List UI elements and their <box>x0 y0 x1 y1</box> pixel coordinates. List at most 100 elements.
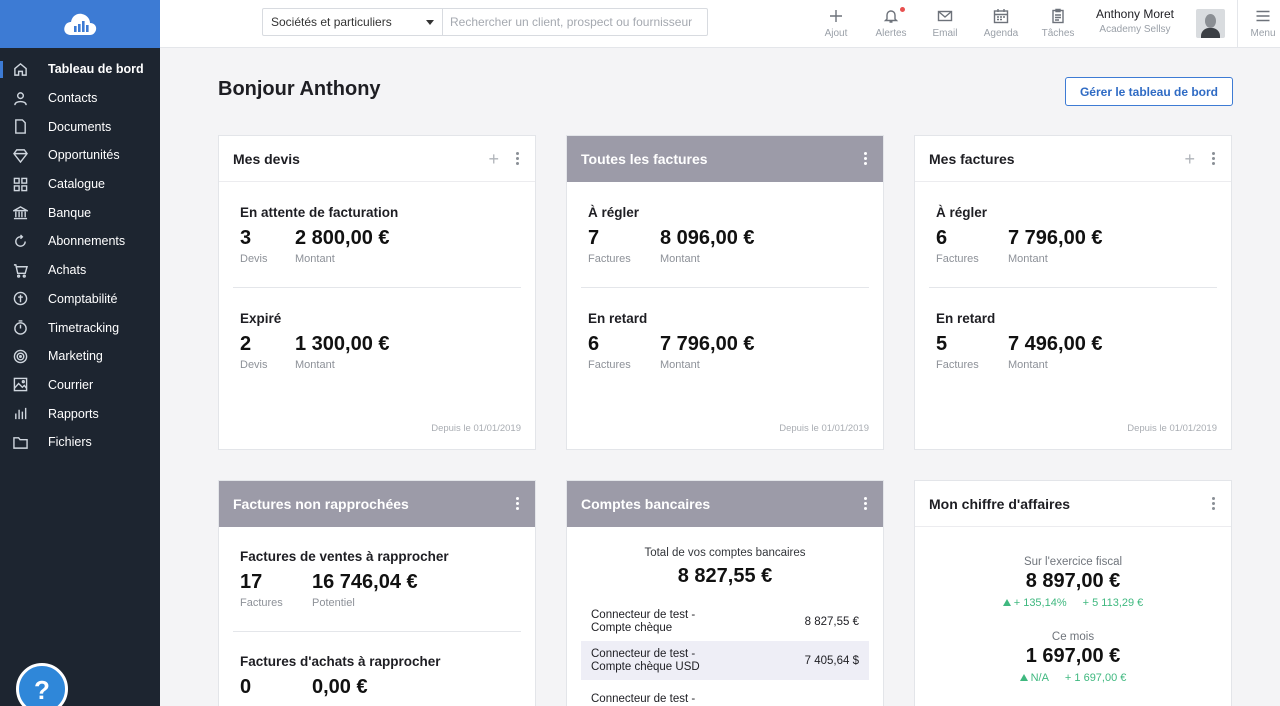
sidebar-item-contacts[interactable]: Contacts <box>0 84 160 113</box>
invoices-late-section: En retard 6 Factures 7 796,00 € Montant <box>567 311 883 371</box>
sidebar-item-documents[interactable]: Documents <box>0 112 160 141</box>
sidebar-item-label: Abonnements <box>48 234 126 249</box>
card-header: Factures non rapprochées <box>219 481 535 527</box>
account-name-line: Connecteur de test - <box>591 647 696 660</box>
more-options-icon[interactable] <box>1209 150 1217 167</box>
my-invoices-card: Mes factures + À régler 6 Factures 7 796,… <box>914 135 1232 450</box>
search-group: Sociétés et particuliers <box>262 8 708 36</box>
divider <box>929 287 1217 288</box>
user-menu[interactable]: Anthony Moret Academy Sellsy <box>1090 7 1180 35</box>
sidebar-item-accounting[interactable]: Comptabilité <box>0 285 160 314</box>
plus-icon <box>828 6 844 26</box>
sales-to-reconcile-section: Factures de ventes à rapprocher 17 Factur… <box>219 549 535 609</box>
sidebar-item-label: Rapports <box>48 406 99 421</box>
sidebar-item-label: Tableau de bord <box>48 62 144 77</box>
more-options-icon[interactable] <box>861 150 869 167</box>
amount-caption: Montant <box>660 253 700 265</box>
app-logo[interactable] <box>0 0 160 48</box>
revenue-change-pct-value: N/A <box>1030 672 1049 684</box>
sidebar-item-label: Timetracking <box>48 320 120 335</box>
help-chat-button[interactable]: ? <box>16 663 68 706</box>
account-name-line: Compte chèque <box>591 621 673 634</box>
sidebar-item-opportunities[interactable]: Opportunités <box>0 141 160 170</box>
list-item[interactable]: Connecteur de test - Compte chèque 8 827,… <box>581 602 869 641</box>
section-title: En attente de facturation <box>240 205 399 220</box>
sidebar-item-purchases[interactable]: Achats <box>0 256 160 285</box>
more-options-icon[interactable] <box>513 150 521 167</box>
more-options-icon[interactable] <box>1209 495 1217 512</box>
user-organization: Academy Sellsy <box>1099 24 1171 35</box>
menu-label: Menu <box>1250 28 1276 39</box>
month-revenue: Ce mois 1 697,00 € N/A + 1 697,00 € <box>915 631 1231 684</box>
menu-button[interactable]: Menu <box>1238 6 1280 39</box>
clipboard-icon <box>1050 6 1066 26</box>
tasks-button[interactable]: Tâches <box>1033 6 1083 39</box>
email-button[interactable]: Email <box>920 6 970 39</box>
arrow-up-icon <box>1002 599 1011 606</box>
section-title: En retard <box>588 311 648 326</box>
more-options-icon[interactable] <box>513 495 521 512</box>
sidebar: Tableau de bord Contacts Documents Oppor… <box>0 0 160 706</box>
bar-chart-icon <box>12 406 28 422</box>
since-date: Depuis le 01/01/2019 <box>431 423 521 434</box>
amount-value: 0,00 € <box>312 676 368 698</box>
since-date: Depuis le 01/01/2019 <box>1127 423 1217 434</box>
stopwatch-icon <box>12 320 28 336</box>
sidebar-item-files[interactable]: Fichiers <box>0 428 160 457</box>
sidebar-item-bank[interactable]: Banque <box>0 198 160 227</box>
sidebar-item-timetracking[interactable]: Timetracking <box>0 313 160 342</box>
account-name-line: Connecteur de test - <box>591 608 696 621</box>
list-item[interactable]: Connecteur de test - Compte chèque USD 7 … <box>581 641 869 680</box>
sidebar-item-mail[interactable]: Courrier <box>0 371 160 400</box>
my-invoices-due-section: À régler 6 Factures 7 796,00 € Montant <box>915 205 1231 265</box>
agenda-button[interactable]: Agenda <box>976 6 1026 39</box>
account-balance: 7 405,64 $ <box>804 654 859 667</box>
count-caption: Factures <box>936 253 979 265</box>
amount-caption: Montant <box>1008 253 1048 265</box>
account-name: Connecteur de test - Compte chèque <box>591 609 695 635</box>
folder-icon <box>12 434 28 450</box>
fiscal-year-revenue: Sur l'exercice fiscal 8 897,00 € + 135,1… <box>915 556 1231 609</box>
account-name: Connecteur de test - <box>591 693 695 706</box>
manage-dashboard-button[interactable]: Gérer le tableau de bord <box>1065 77 1233 106</box>
sidebar-item-label: Comptabilité <box>48 291 118 306</box>
amount-value: 7 796,00 € <box>1008 227 1103 249</box>
account-name-line: Connecteur de test - <box>591 693 696 705</box>
avatar[interactable] <box>1196 9 1225 38</box>
count-caption: Devis <box>240 359 268 371</box>
divider <box>233 631 521 632</box>
amount-value: 7 496,00 € <box>1008 333 1103 355</box>
contact-type-select[interactable]: Sociétés et particuliers <box>263 9 443 35</box>
more-options-icon[interactable] <box>861 495 869 512</box>
sidebar-item-label: Documents <box>48 119 112 134</box>
count-value: 5 <box>936 333 948 355</box>
search-input[interactable] <box>443 9 707 35</box>
sidebar-item-catalogue[interactable]: Catalogue <box>0 170 160 199</box>
list-item[interactable]: Connecteur de test - <box>581 680 869 706</box>
contact-type-value: Sociétés et particuliers <box>271 15 392 29</box>
revenue-period-label: Ce mois <box>1051 631 1095 643</box>
target-icon <box>12 348 28 364</box>
sidebar-item-marketing[interactable]: Marketing <box>0 342 160 371</box>
card-title: Factures non rapprochées <box>233 496 409 512</box>
bell-icon <box>883 6 905 26</box>
add-button[interactable]: Ajout <box>811 6 861 39</box>
card-header: Mon chiffre d'affaires <box>915 481 1231 527</box>
account-name: Connecteur de test - Compte chèque USD <box>591 648 700 674</box>
divider <box>233 287 521 288</box>
count-value: 6 <box>936 227 948 249</box>
add-icon[interactable]: + <box>488 150 499 168</box>
sidebar-item-subscriptions[interactable]: Abonnements <box>0 227 160 256</box>
cart-icon <box>12 262 28 278</box>
sidebar-item-reports[interactable]: Rapports <box>0 399 160 428</box>
card-title: Mes factures <box>929 150 1015 167</box>
count-value: 7 <box>588 227 600 249</box>
all-invoices-card: Toutes les factures À régler 7 Factures 8… <box>566 135 884 450</box>
add-icon[interactable]: + <box>1184 150 1195 168</box>
amount-value: 16 746,04 € <box>312 571 418 593</box>
sidebar-item-dashboard[interactable]: Tableau de bord <box>0 55 160 84</box>
revenue-value: 8 897,00 € <box>1025 570 1121 592</box>
sidebar-item-label: Courrier <box>48 377 94 392</box>
divider <box>581 287 869 288</box>
alerts-button[interactable]: Alertes <box>866 6 916 39</box>
